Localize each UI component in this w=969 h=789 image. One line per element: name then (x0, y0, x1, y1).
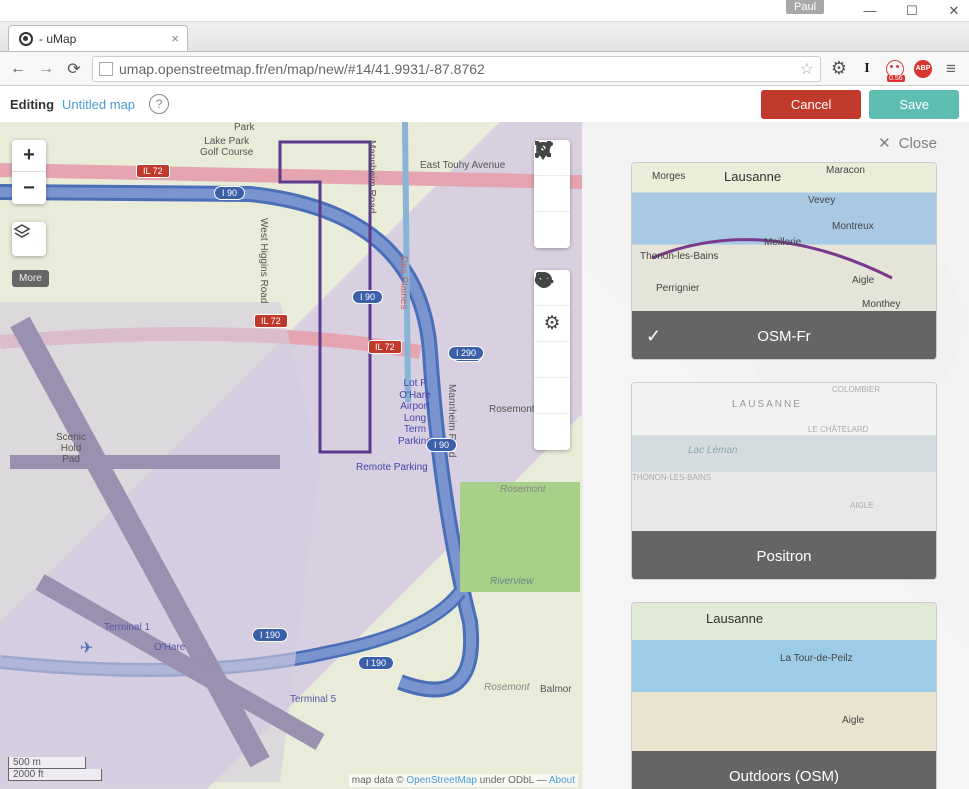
tilelayers-button[interactable] (534, 342, 570, 378)
tile-footer: ✓ OSM-Fr (632, 311, 936, 360)
tile-name: Outdoors (OSM) (729, 768, 839, 785)
bookmark-star-icon[interactable]: ☆ (800, 59, 814, 79)
map-label: Des Plaines (398, 256, 409, 309)
about-link[interactable]: About (549, 775, 575, 786)
route-shield: I 190 (252, 628, 288, 642)
map-label: Park (234, 122, 255, 133)
minimize-button[interactable]: — (863, 4, 877, 18)
extension-face-icon[interactable]: 0.56 (885, 59, 905, 79)
tile-footer: Positron (632, 531, 936, 580)
tilelayer-option-outdoors[interactable]: Lausanne La Tour-de-Peilz Aigle Outdoors… (631, 602, 937, 789)
map-canvas[interactable]: Lake ParkGolf Course Park East Touhy Ave… (0, 122, 582, 789)
check-icon: ✓ (646, 326, 661, 347)
draw-polygon-button[interactable] (534, 212, 570, 248)
permissions-button[interactable] (534, 414, 570, 450)
editing-label: Editing (10, 97, 54, 112)
tab-strip: - uMap × (0, 22, 969, 52)
settings-gear-icon[interactable]: ⚙ (829, 59, 849, 79)
close-icon: ✕ (878, 134, 891, 152)
map-label: Terminal 5 (290, 694, 336, 705)
zoom-control: + − (12, 140, 46, 204)
tab-title: - uMap (39, 32, 76, 46)
import-layer-button[interactable] (12, 222, 46, 256)
draw-tools (534, 140, 570, 248)
map-label: Lake ParkGolf Course (200, 136, 253, 158)
editor-header: Editing Untitled map ? Cancel Save (0, 86, 969, 122)
tile-preview: LAUSANNE COLOMBIER LE CHÂTELARD Lac Léma… (632, 383, 936, 531)
reload-button[interactable]: ⟳ (64, 59, 84, 79)
map-label: Balmor (540, 684, 572, 695)
map-label: West Higgins Road (258, 218, 269, 303)
tilelayer-option-positron[interactable]: LAUSANNE COLOMBIER LE CHÂTELARD Lac Léma… (631, 382, 937, 580)
extension-i-icon[interactable]: I (857, 59, 877, 79)
adblock-icon[interactable]: ABP (913, 59, 933, 79)
map-tools: ⚙ (534, 270, 570, 450)
browser-tab[interactable]: - uMap × (8, 25, 188, 51)
close-panel-button[interactable]: ✕ Close (631, 134, 937, 152)
url-input-wrap: ☆ (92, 56, 821, 82)
forward-button[interactable]: → (36, 59, 56, 79)
map-label: Lot FO'HareAirportLongTermParking (398, 378, 432, 447)
tile-name: Positron (756, 548, 811, 565)
maximize-button[interactable]: ☐ (905, 4, 919, 18)
scale-metric: 500 m (8, 757, 86, 769)
tile-preview: Morges Lausanne Maracon Vevey Montreux M… (632, 163, 936, 311)
url-bar: ← → ⟳ ☆ ⚙ I 0.56 ABP ≡ (0, 52, 969, 86)
more-button[interactable]: More (12, 270, 49, 287)
tile-name: OSM-Fr (757, 328, 810, 345)
zoom-out-button[interactable]: − (12, 172, 46, 204)
map-title[interactable]: Untitled map (62, 97, 135, 112)
route-shield: I 190 (358, 656, 394, 670)
center-zoom-button[interactable] (534, 378, 570, 414)
save-button[interactable]: Save (869, 90, 959, 119)
map-label: Rosemont (489, 404, 535, 415)
tilelayer-panel: ✕ Close Morges Lausanne Maracon Vevey Mo… (582, 122, 969, 789)
route-shield: I 290 (448, 346, 484, 360)
scale-imperial: 2000 ft (8, 769, 102, 781)
map-label: Rosemont (484, 682, 530, 693)
scale-control: 500 m 2000 ft (8, 757, 102, 781)
map-settings-button[interactable]: ⚙ (534, 306, 570, 342)
help-icon[interactable]: ? (149, 94, 169, 114)
zoom-in-button[interactable]: + (12, 140, 46, 172)
cancel-button[interactable]: Cancel (761, 90, 861, 119)
airplane-icon: ✈ (80, 638, 93, 658)
user-badge: Paul (786, 0, 824, 14)
map-label: East Touhy Avenue (420, 160, 505, 171)
route-shield: IL 72 (254, 314, 288, 328)
map-label: ScenicHoldPad (56, 432, 86, 465)
map-label: O'Hare (154, 642, 185, 653)
route-shield: IL 72 (368, 340, 402, 354)
window-titlebar: Paul — ☐ ✕ (0, 0, 969, 22)
map-attribution: map data © OpenStreetMap under ODbL — Ab… (349, 774, 578, 787)
back-button[interactable]: ← (8, 59, 28, 79)
chrome-menu-icon[interactable]: ≡ (941, 59, 961, 79)
url-input[interactable] (119, 61, 794, 77)
polygon-icon (534, 140, 552, 158)
route-shield: I 90 (426, 438, 457, 452)
osm-link[interactable]: OpenStreetMap (406, 775, 477, 786)
tile-footer: Outdoors (OSM) (632, 751, 936, 789)
tile-preview: Lausanne La Tour-de-Peilz Aigle (632, 603, 936, 751)
umap-favicon-icon (19, 32, 33, 46)
close-label: Close (899, 135, 937, 152)
map-label: Rosemont (500, 484, 546, 495)
route-shield: I 90 (214, 186, 245, 200)
layers-icon (12, 222, 32, 242)
map-label: Riverview (490, 576, 533, 587)
close-window-button[interactable]: ✕ (947, 4, 961, 18)
close-tab-icon[interactable]: × (171, 31, 179, 46)
main-area: Lake ParkGolf Course Park East Touhy Ave… (0, 122, 969, 789)
key-icon (534, 270, 554, 290)
draw-line-button[interactable] (534, 176, 570, 212)
gear-icon: ⚙ (543, 312, 560, 335)
tilelayer-option-osmfr[interactable]: Morges Lausanne Maracon Vevey Montreux M… (631, 162, 937, 360)
page-icon (99, 62, 113, 76)
route-shield: IL 72 (136, 164, 170, 178)
map-label: Terminal 1 (104, 622, 150, 633)
map-label: Mannheim Road (366, 140, 377, 213)
map-label: Remote Parking (356, 462, 428, 473)
route-shield: I 90 (352, 290, 383, 304)
